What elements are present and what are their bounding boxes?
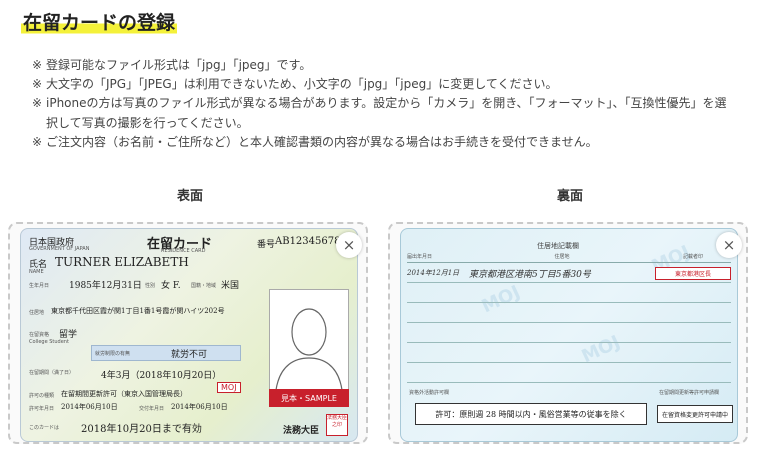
card-number-label: 番号	[257, 240, 276, 250]
name-label-en: NAME	[29, 269, 44, 275]
holder-name: TURNER ELIZABETH	[55, 255, 189, 269]
nationality-value: 米国	[221, 281, 240, 291]
note-item: ※ 大文字の「JPG」「JPEG」は利用できないため、小文字の「jpg」「jpe…	[32, 75, 732, 94]
table-row	[407, 284, 731, 303]
issue-date-label: 交付年月日	[139, 406, 165, 412]
dob-value: 1985年12月31日	[69, 281, 142, 291]
remove-front-image-button[interactable]: ×	[336, 232, 362, 258]
minister-name: 法務大臣	[283, 426, 320, 436]
address-label: 住居地	[29, 310, 45, 316]
person-silhouette-icon	[275, 308, 343, 391]
table-row	[407, 304, 731, 323]
remove-back-image-button[interactable]: ×	[716, 232, 742, 258]
note-item: ※ ご注文内容（お名前・ご住所など）と本人確認書類の内容が異なる場合はお手続きを…	[32, 133, 732, 152]
residence-card-front-image: 日本国政府 GOVERNMENT OF JAPAN 在留カード RESIDENC…	[20, 228, 358, 442]
period-label: 在留期間（満了日）	[29, 370, 75, 376]
note-text: iPhoneの方は写真のファイル形式が異なる場合があります。設定から「カメラ」を…	[46, 96, 727, 130]
sex-label: 性別	[145, 283, 156, 289]
issue-date-value: 2014年06月10日	[171, 403, 228, 411]
address-value: 東京都千代田区霞が関1丁目1番1号霞が関ハイツ202号	[51, 307, 225, 315]
back-side-label: 裏面	[556, 189, 583, 204]
status-label: 在留資格	[29, 332, 50, 338]
sample-badge: 見本・SAMPLE	[269, 389, 349, 407]
residence-card-back-image: MOJ MOJ MOJ 住居地記載欄 届出年月日 住居地 記載者印 2014年1…	[400, 228, 738, 442]
work-label: 就労制限の有無	[95, 351, 131, 357]
nationality-label: 国籍・地域	[191, 283, 217, 289]
period-value: 4年3月（2018年10月20日）	[101, 371, 222, 381]
permit-label: 許可の種類	[29, 393, 55, 399]
card-country-en: GOVERNMENT OF JAPAN	[29, 246, 90, 252]
valid-label: このカードは	[29, 425, 60, 431]
note-mark: ※	[32, 77, 43, 92]
permit-value: 在留期間更新許可（東京入国管理局長）	[61, 390, 187, 398]
renewal-label: 在留期間更新等許可申請欄	[659, 390, 720, 396]
col-date: 届出年月日	[407, 254, 433, 260]
renewal-value: 在留資格変更許可申請中	[657, 405, 733, 423]
table-row	[407, 364, 731, 383]
entry-address: 東京都港区港南5丁目5番30号	[469, 269, 591, 280]
table-row: 2014年12月1日 東京都港区港南5丁目5番30号 東京都港区長	[407, 264, 731, 283]
permit-date-label: 許可年月日	[29, 406, 55, 412]
permit-date-value: 2014年06月10日	[61, 403, 118, 411]
section-title: 住居地記載欄	[537, 242, 579, 250]
status-en: College Student	[29, 339, 69, 345]
note-text: ご注文内容（お名前・ご住所など）と本人確認書類の内容が異なる場合はお手続きを受付…	[46, 134, 598, 149]
dob-label: 生年月日	[29, 283, 50, 289]
permission-label: 資格外活動許可欄	[409, 390, 450, 396]
note-text: 登録可能なファイル形式は「jpg」「jpeg」です。	[46, 58, 312, 72]
work-value: 就労不可	[171, 350, 208, 360]
entry-date: 2014年12月1日	[407, 269, 460, 277]
note-mark: ※	[32, 134, 43, 149]
note-mark: ※	[32, 96, 43, 111]
card-title-en: RESIDENCE CARD	[161, 248, 206, 254]
note-item: ※ iPhoneの方は写真のファイル形式が異なる場合があります。設定から「カメラ…	[32, 94, 732, 132]
back-upload-panel[interactable]: MOJ MOJ MOJ 住居地記載欄 届出年月日 住居地 記載者印 2014年1…	[388, 222, 748, 444]
note-item: ※ 登録可能なファイル形式は「jpg」「jpeg」です。	[32, 56, 732, 75]
note-text: 大文字の「JPG」「JPEG」は利用できないため、小文字の「jpg」「jpeg」…	[46, 77, 558, 92]
valid-value: 2018年10月20日まで有効	[81, 424, 202, 435]
permission-value: 許可：原則週 28 時間以内・風俗営業等の従事を除く	[415, 403, 647, 425]
front-upload-panel[interactable]: 日本国政府 GOVERNMENT OF JAPAN 在留カード RESIDENC…	[8, 222, 368, 444]
note-mark: ※	[32, 58, 43, 72]
entry-seal: 東京都港区長	[655, 266, 731, 280]
sex-value: 女 F.	[161, 281, 181, 291]
table-row	[407, 344, 731, 363]
page-title: 在留カードの登録	[21, 8, 178, 35]
moj-badge: MOJ	[217, 382, 241, 393]
address-table-header: 届出年月日 住居地 記載者印	[407, 253, 731, 263]
col-address: 住居地	[554, 254, 570, 260]
card-number: AB12345678	[275, 236, 341, 247]
front-side-label: 表面	[176, 189, 203, 204]
minister-seal: 法務大臣之印	[326, 414, 348, 436]
notes-list: ※ 登録可能なファイル形式は「jpg」「jpeg」です。 ※ 大文字の「JPG」…	[32, 56, 732, 152]
table-row	[407, 324, 731, 343]
